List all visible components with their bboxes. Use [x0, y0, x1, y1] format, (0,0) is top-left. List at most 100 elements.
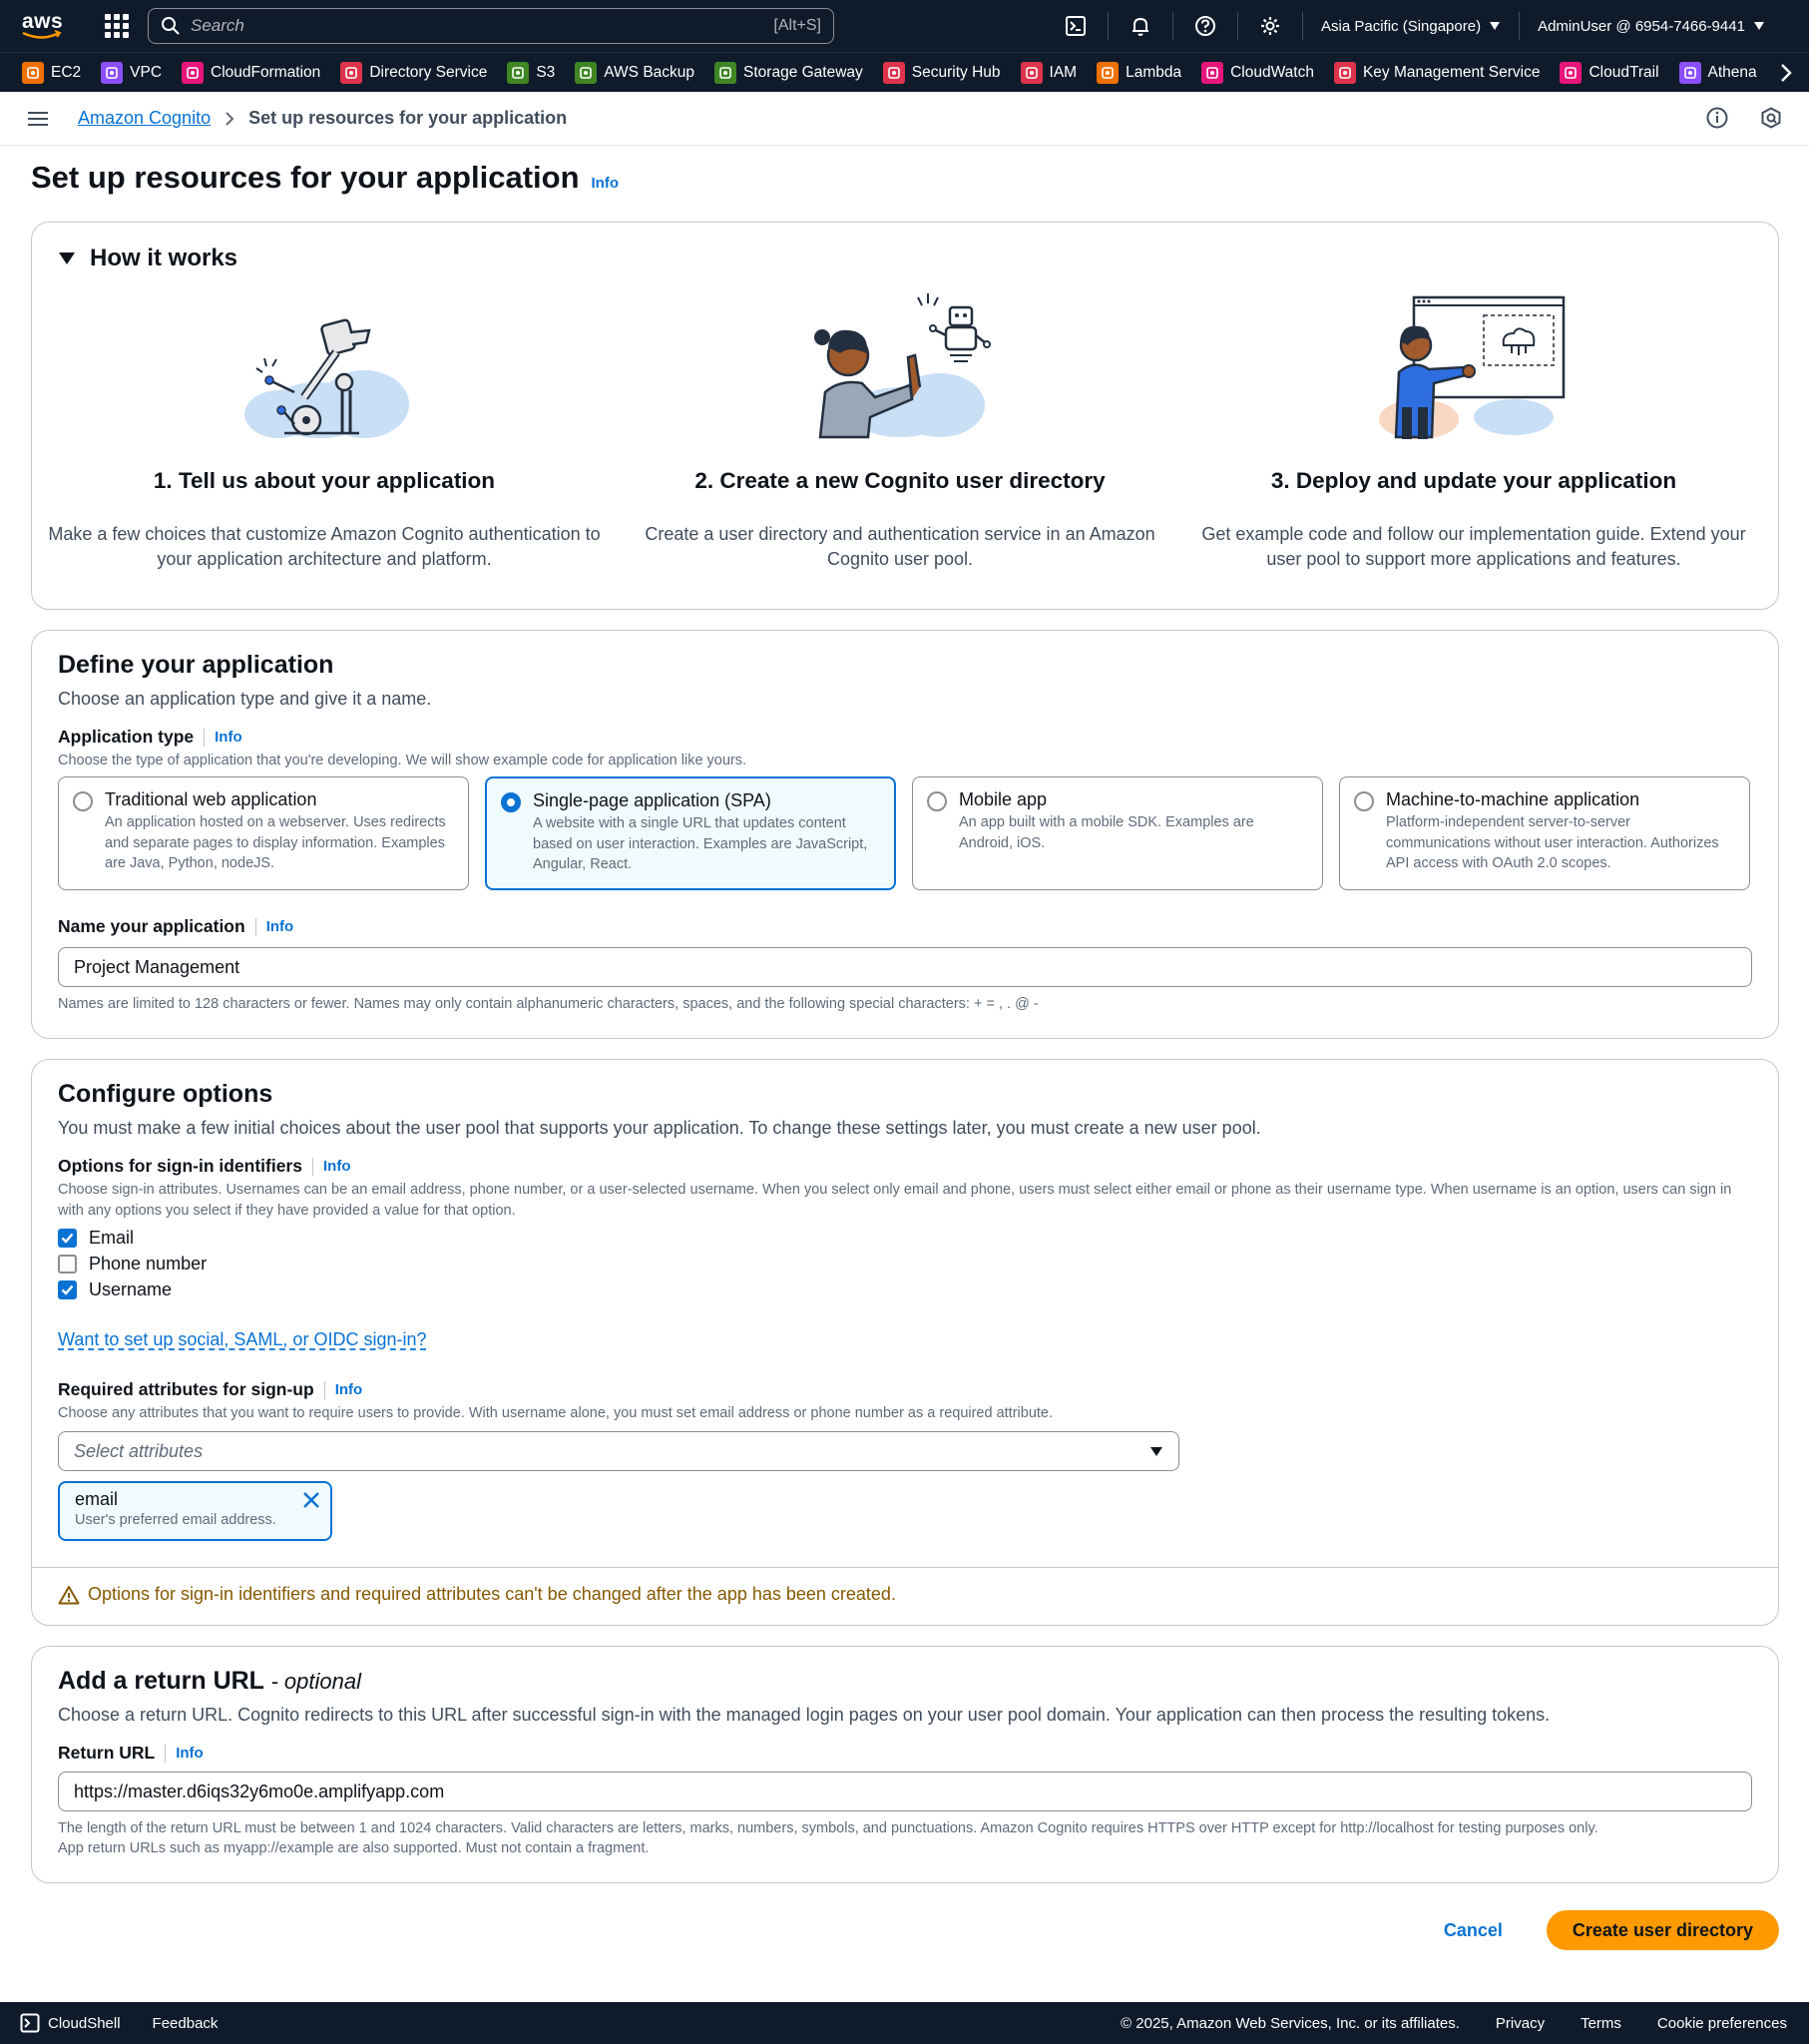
services-menu-icon[interactable] [104, 13, 130, 39]
page-info-link[interactable]: Info [592, 175, 620, 192]
app-type-desc: Platform-independent server-to-server co… [1386, 814, 1719, 871]
return-url-input[interactable]: https://master.d6iqs32y6mo0e.amplifyapp.… [58, 1772, 1752, 1811]
return-url-hint-2: App return URLs such as myapp://example … [58, 1840, 650, 1856]
config-title: Configure options [58, 1080, 273, 1108]
breadcrumb-bar: Amazon Cognito Set up resources for your… [0, 92, 1809, 146]
how-step-2-desc: Create a user directory and authenticati… [645, 524, 1155, 569]
return-url-desc: Choose a return URL. Cognito redirects t… [58, 1705, 1551, 1725]
application-type-label: Application type Info [58, 727, 242, 748]
identifier-phone[interactable]: Phone number [58, 1254, 207, 1275]
app-type-traditional-web[interactable]: Traditional web application An applicati… [58, 776, 469, 890]
favorite-label: IAM [1049, 63, 1078, 81]
optional-label: - optional [270, 1669, 361, 1694]
how-step-1: 1. Tell us about your application Make a… [45, 282, 604, 572]
radio-spa[interactable] [501, 792, 521, 812]
favorite-directory-service[interactable]: Directory Service [340, 61, 487, 84]
cancel-button[interactable]: Cancel [1444, 1920, 1503, 1941]
app-name-info-link[interactable]: Info [266, 918, 294, 935]
application-type-info-link[interactable]: Info [215, 729, 242, 746]
app-type-machine-to-machine[interactable]: Machine-to-machine application Platform-… [1339, 776, 1750, 890]
region-selector[interactable]: Asia Pacific (Singapore) [1321, 18, 1501, 35]
radio-machine-to-machine[interactable] [1354, 791, 1374, 811]
how-step-3-desc: Get example code and follow our implemen… [1201, 524, 1746, 569]
favorite-s3[interactable]: S3 [507, 61, 555, 84]
checkbox-phone[interactable] [58, 1255, 77, 1274]
footer-cloudshell-label: CloudShell [48, 2014, 121, 2032]
identifier-email[interactable]: Email [58, 1228, 134, 1249]
how-it-works-toggle[interactable]: How it works [58, 245, 237, 272]
radio-mobile[interactable] [927, 791, 947, 811]
favorite-iam[interactable]: IAM [1020, 61, 1078, 84]
attribute-token-email: email User's preferred email address. [58, 1481, 332, 1541]
ec2-icon [22, 61, 44, 84]
favorite-label: EC2 [51, 63, 82, 81]
app-name-label: Name your application Info [58, 916, 293, 937]
favorite-cloudwatch[interactable]: CloudWatch [1201, 61, 1314, 84]
footer-terms[interactable]: Terms [1581, 2015, 1621, 2032]
favorite-kms[interactable]: Key Management Service [1333, 61, 1540, 84]
return-url-label: Return URL Info [58, 1743, 204, 1764]
favorite-security-hub[interactable]: Security Hub [882, 61, 1001, 84]
social-signin-link[interactable]: Want to set up social, SAML, or OIDC sig… [58, 1329, 426, 1350]
search-input[interactable]: Search [Alt+S] [148, 8, 834, 44]
create-user-directory-button[interactable]: Create user directory [1546, 1910, 1779, 1950]
application-type-label-text: Application type [58, 727, 195, 747]
footer-cloudshell[interactable]: CloudShell [20, 2013, 121, 2033]
how-it-works-title: How it works [90, 245, 238, 271]
favorite-cloudformation[interactable]: CloudFormation [182, 61, 320, 84]
menu-icon[interactable] [28, 108, 48, 130]
favorite-aws-backup[interactable]: AWS Backup [575, 61, 694, 84]
breadcrumb-cognito[interactable]: Amazon Cognito [78, 108, 211, 129]
return-url-hint-1: The length of the return URL must be bet… [58, 1820, 1598, 1836]
close-icon[interactable] [302, 1491, 320, 1514]
region-label: Asia Pacific (Singapore) [1321, 17, 1482, 35]
attributes-select[interactable]: Select attributes [58, 1431, 1179, 1471]
favorite-lambda[interactable]: Lambda [1097, 61, 1182, 84]
favorites-bar: EC2 VPC CloudFormation Directory Service S3 A… [0, 52, 1809, 92]
footer-privacy[interactable]: Privacy [1496, 2015, 1545, 2032]
chevron-right-icon [226, 111, 234, 126]
aws-backup-icon [575, 61, 598, 84]
favorite-storage-gateway[interactable]: Storage Gateway [714, 61, 863, 84]
required-attributes-label-text: Required attributes for sign-up [58, 1379, 314, 1399]
gear-icon[interactable] [1256, 12, 1284, 40]
app-type-title: Single-page application (SPA) [533, 790, 771, 810]
favorite-vpc[interactable]: VPC [101, 61, 162, 84]
checkbox-email[interactable] [58, 1229, 77, 1248]
app-type-mobile[interactable]: Mobile app An app built with a mobile SD… [912, 776, 1323, 890]
favorite-ec2[interactable]: EC2 [22, 61, 82, 84]
return-url-info-link[interactable]: Info [176, 1745, 204, 1762]
how-step-2-title: 2. Create a new Cognito user directory [694, 468, 1106, 493]
chevron-right-icon[interactable] [1779, 63, 1793, 88]
caret-down-icon [1753, 22, 1764, 30]
favorite-athena[interactable]: Athena [1678, 61, 1757, 84]
help-icon[interactable] [1191, 12, 1219, 40]
app-type-title: Traditional web application [105, 789, 317, 809]
top-navigation: aws Search [Alt+S] Asia Pacific (Singapo… [0, 0, 1809, 52]
favorite-cloudtrail[interactable]: CloudTrail [1560, 61, 1659, 84]
app-type-spa[interactable]: Single-page application (SPA) A website … [485, 776, 896, 890]
return-url-title-text: Add a return URL [58, 1667, 264, 1695]
app-name-input[interactable]: Project Management [58, 947, 1752, 987]
bell-icon[interactable] [1127, 12, 1154, 40]
info-panel-icon[interactable] [1705, 106, 1729, 135]
config-desc: You must make a few initial choices abou… [58, 1118, 1261, 1138]
radio-traditional-web[interactable] [73, 791, 93, 811]
app-type-title: Machine-to-machine application [1386, 789, 1640, 809]
checkbox-username[interactable] [58, 1280, 77, 1299]
account-menu[interactable]: AdminUser @ 6954-7466-9441 [1538, 18, 1765, 35]
required-attributes-info-link[interactable]: Info [335, 1381, 363, 1398]
aws-logo[interactable]: aws [20, 8, 80, 44]
cloudshell-icon[interactable] [1062, 12, 1090, 40]
footer-feedback[interactable]: Feedback [153, 2015, 219, 2032]
token-name: email [75, 1489, 119, 1509]
how-it-works-panel: How it works 1. Tell us about your appli… [31, 222, 1779, 610]
feature-notifications-icon[interactable] [1759, 106, 1783, 135]
signin-identifiers-info-link[interactable]: Info [323, 1158, 351, 1175]
directory-service-icon [340, 61, 363, 84]
identifier-username[interactable]: Username [58, 1279, 172, 1300]
footer-cookies[interactable]: Cookie preferences [1657, 2015, 1787, 2032]
account-label: AdminUser @ 6954-7466-9441 [1538, 17, 1745, 35]
identifier-label: Phone number [89, 1254, 208, 1274]
favorite-label: Lambda [1126, 63, 1182, 81]
